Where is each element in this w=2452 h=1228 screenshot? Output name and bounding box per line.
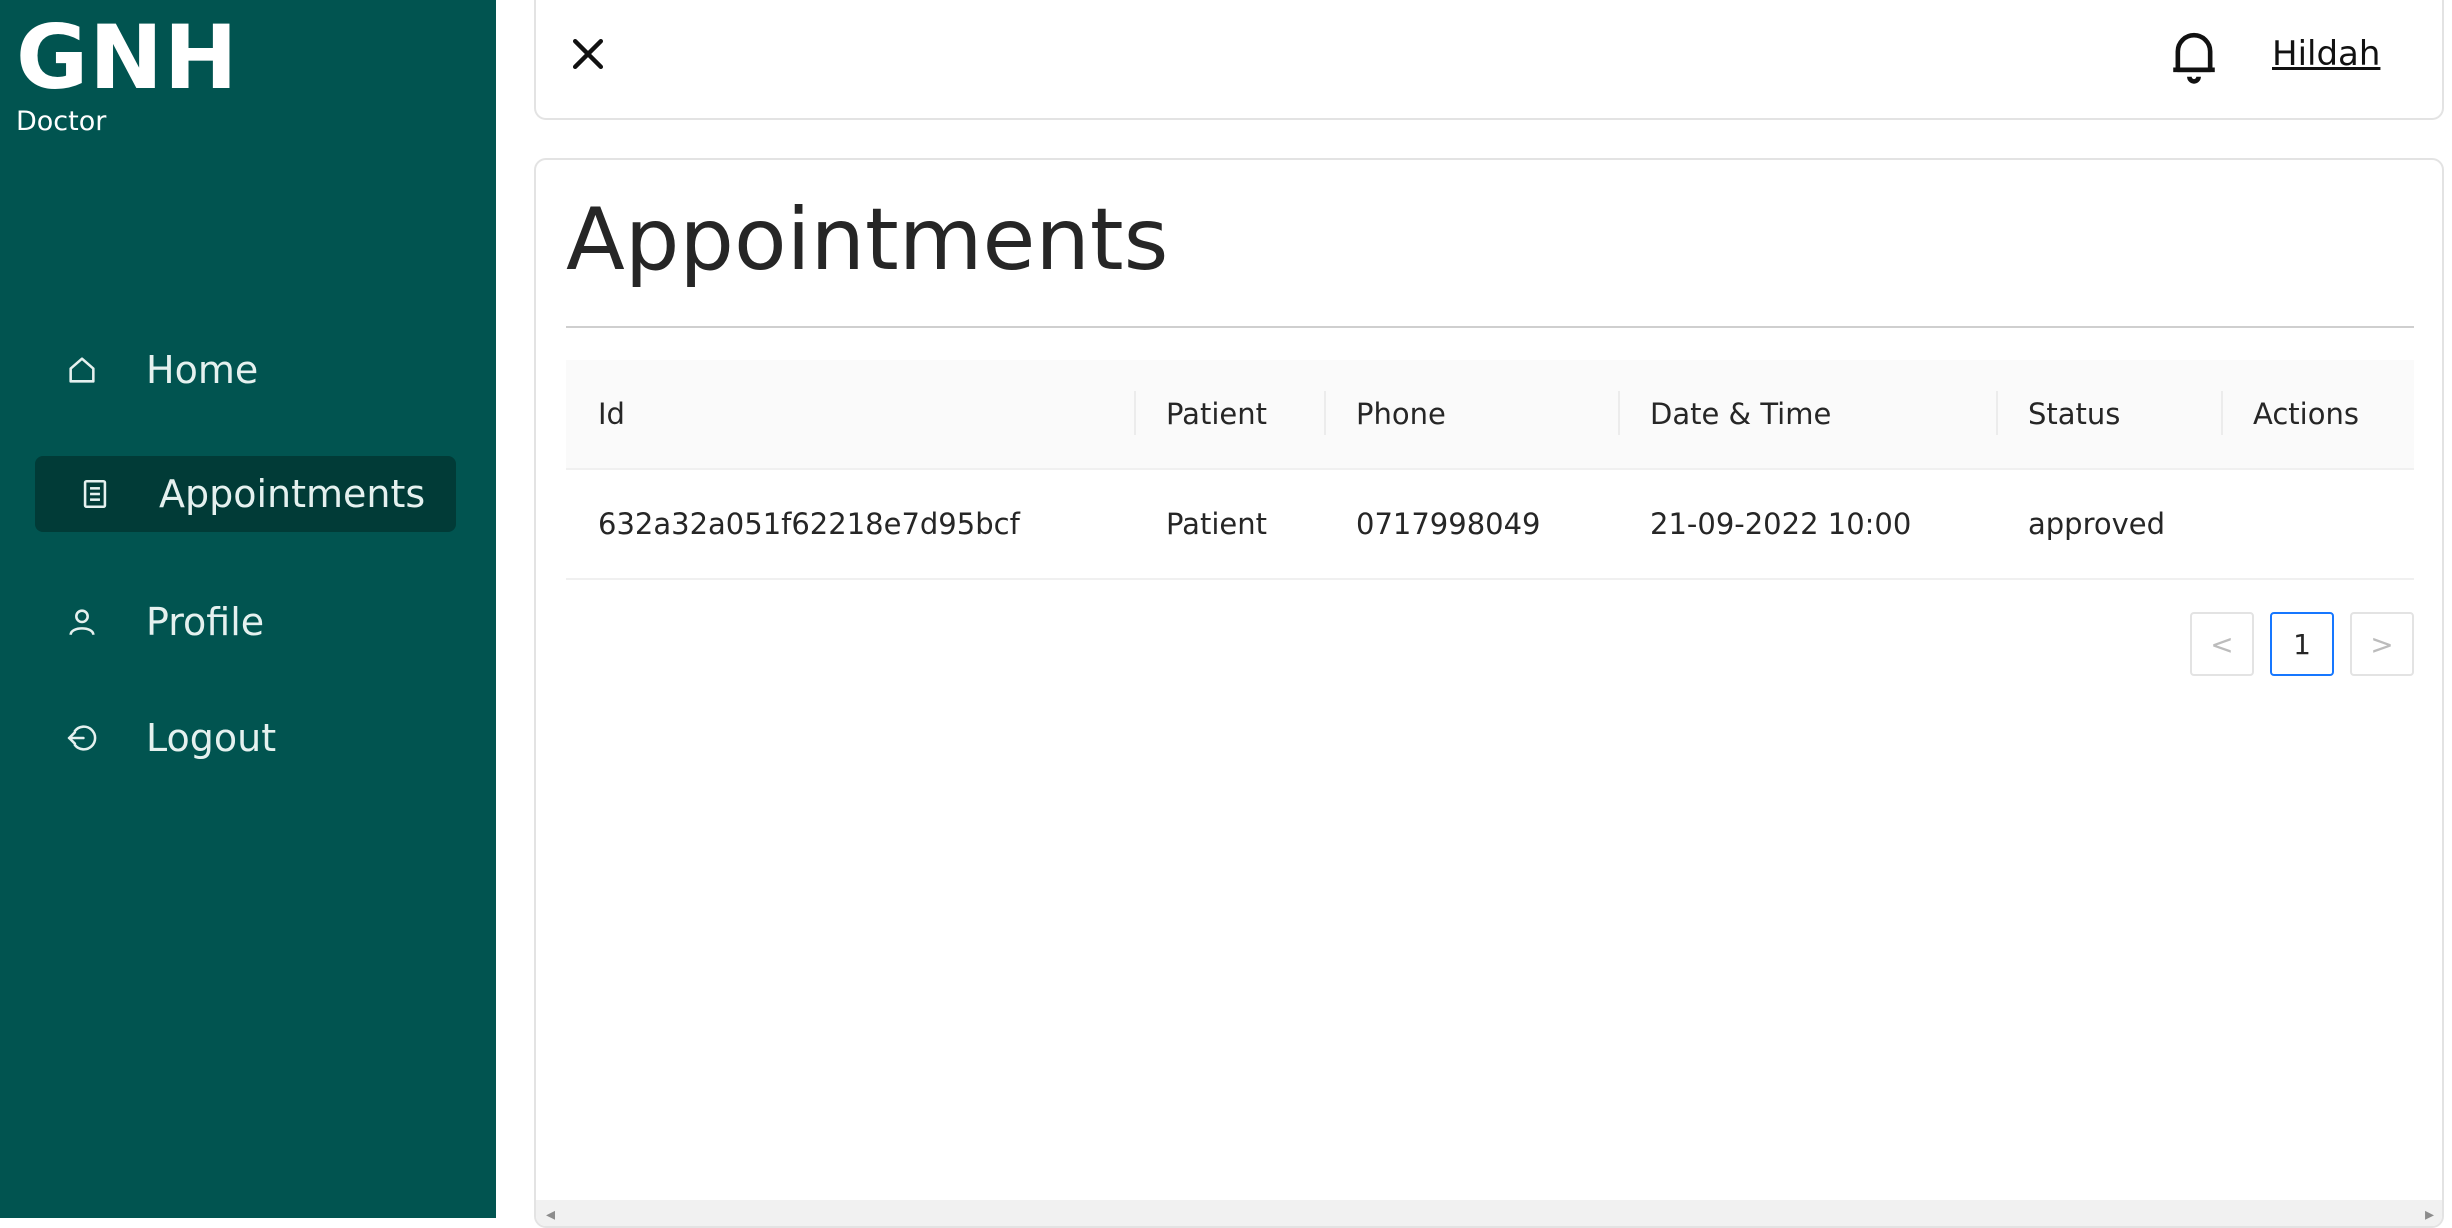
column-header-status: Status bbox=[1996, 359, 2221, 469]
sidebar-item-label: Profile bbox=[146, 600, 265, 644]
cell-actions bbox=[2221, 469, 2414, 579]
cell-status: approved bbox=[2028, 507, 2166, 541]
pagination-page-1[interactable]: 1 bbox=[2270, 612, 2334, 676]
column-header-phone: Phone bbox=[1324, 359, 1618, 469]
page-title: Appointments bbox=[566, 190, 1169, 290]
user-icon bbox=[60, 600, 104, 644]
appointments-card: Appointments Id Patient Phone Date & Tim… bbox=[534, 158, 2444, 1228]
brand-logo-text: GNH bbox=[16, 6, 239, 109]
horizontal-scrollbar[interactable]: ◂ ▸ bbox=[536, 1200, 2442, 1226]
column-header-actions: Actions bbox=[2221, 359, 2414, 469]
sidebar-item-label: Home bbox=[146, 348, 259, 392]
pagination-prev-button[interactable]: < bbox=[2190, 612, 2254, 676]
appointments-table: Id Patient Phone Date & Time Status Acti… bbox=[566, 360, 2414, 580]
column-header-patient: Patient bbox=[1134, 359, 1324, 469]
document-icon bbox=[73, 472, 117, 516]
cell-phone: 0717998049 bbox=[1356, 507, 1541, 541]
title-divider bbox=[566, 326, 2414, 328]
sidebar-item-appointments[interactable]: Appointments bbox=[35, 456, 456, 532]
sidebar-item-profile[interactable]: Profile bbox=[60, 596, 264, 648]
user-name-link[interactable]: Hildah bbox=[2272, 34, 2380, 74]
sidebar: GNH Doctor Home Appointments Profile Log… bbox=[0, 0, 496, 1218]
sidebar-item-logout[interactable]: Logout bbox=[60, 712, 276, 764]
cell-patient: Patient bbox=[1166, 507, 1267, 541]
scroll-left-icon[interactable]: ◂ bbox=[546, 1204, 555, 1225]
sidebar-item-label: Appointments bbox=[159, 472, 426, 516]
table-row[interactable]: 632a32a051f62218e7d95bcf Patient 0717998… bbox=[566, 470, 2414, 580]
cell-datetime: 21-09-2022 10:00 bbox=[1650, 507, 1912, 541]
user-role: Doctor bbox=[16, 106, 107, 137]
home-icon bbox=[60, 348, 104, 392]
top-header: Hildah bbox=[534, 0, 2444, 120]
close-icon[interactable] bbox=[566, 32, 610, 76]
pagination-next-button[interactable]: > bbox=[2350, 612, 2414, 676]
column-header-id: Id bbox=[598, 397, 625, 431]
sidebar-item-home[interactable]: Home bbox=[60, 344, 258, 396]
column-header-datetime: Date & Time bbox=[1618, 359, 1996, 469]
bell-icon[interactable] bbox=[2166, 26, 2222, 86]
logout-icon bbox=[60, 716, 104, 760]
scroll-right-icon[interactable]: ▸ bbox=[2425, 1204, 2434, 1225]
table-header: Id Patient Phone Date & Time Status Acti… bbox=[566, 360, 2414, 470]
sidebar-item-label: Logout bbox=[146, 716, 277, 760]
cell-id: 632a32a051f62218e7d95bcf bbox=[598, 507, 1020, 541]
